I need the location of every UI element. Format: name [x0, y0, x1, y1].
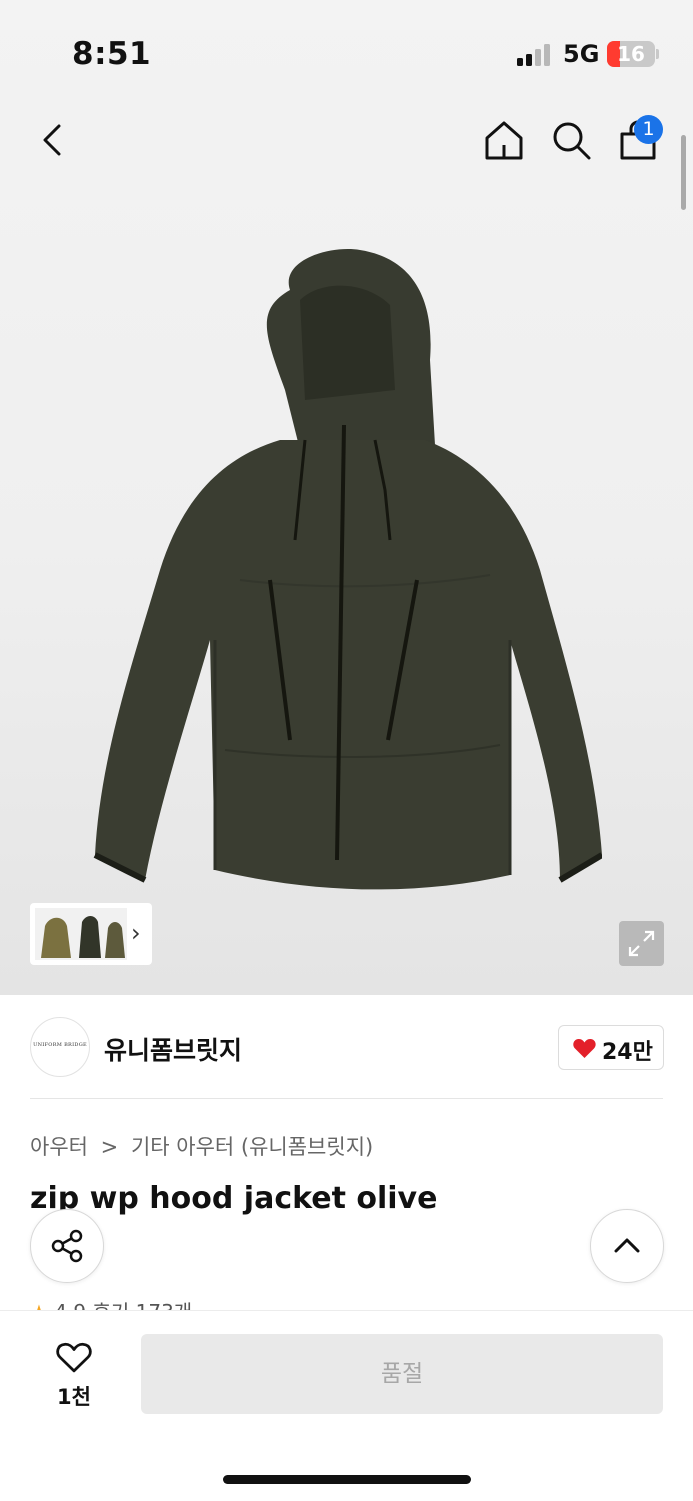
shop-logo[interactable]: UNIFORM BRIDGE: [30, 1017, 90, 1077]
expand-icon[interactable]: [619, 921, 664, 966]
signal-icon: [517, 44, 550, 66]
home-icon[interactable]: [482, 118, 526, 162]
search-icon[interactable]: [549, 118, 593, 162]
chevron-up-icon: [614, 1238, 640, 1253]
scrollbar[interactable]: [681, 135, 686, 210]
battery-tip: [656, 49, 659, 59]
network-type: 5G: [563, 40, 600, 68]
heart-filled-icon: [573, 1038, 596, 1058]
breadcrumb-level1[interactable]: 아우터: [30, 1135, 88, 1159]
thumbnail-next-icon[interactable]: ›: [131, 919, 141, 947]
breadcrumb-level2[interactable]: 기타 아우터 (유니폼브릿지): [131, 1135, 373, 1159]
shop-name[interactable]: 유니폼브릿지: [104, 1031, 242, 1067]
product-title: zip wp hood jacket olive: [30, 1181, 438, 1216]
status-time: 8:51: [72, 36, 152, 72]
cart-badge: 1: [634, 115, 663, 144]
scroll-top-button[interactable]: [590, 1209, 664, 1283]
shop-like-count: 24만: [602, 1040, 653, 1065]
product-image[interactable]: [90, 240, 602, 905]
thumbnail-strip[interactable]: ›: [30, 903, 152, 965]
share-icon: [51, 1229, 83, 1263]
share-button[interactable]: [30, 1209, 104, 1283]
breadcrumb-separator: >: [100, 1135, 119, 1159]
shop-logo-text: UNIFORM BRIDGE: [33, 1042, 87, 1048]
wishlist-count: 1천: [57, 1385, 91, 1409]
breadcrumb: 아우터 > 기타 아우터 (유니폼브릿지): [30, 1131, 373, 1161]
buy-button-soldout[interactable]: 품절: [141, 1334, 663, 1414]
home-indicator[interactable]: [223, 1475, 471, 1484]
battery-icon: 16: [607, 41, 655, 67]
shop-like-button[interactable]: 24만: [558, 1025, 664, 1070]
thumbnail-images: [35, 908, 127, 960]
divider: [30, 1098, 663, 1099]
battery-level: 16: [617, 42, 645, 66]
wishlist-heart-icon[interactable]: [55, 1340, 93, 1374]
back-icon[interactable]: [31, 118, 75, 162]
